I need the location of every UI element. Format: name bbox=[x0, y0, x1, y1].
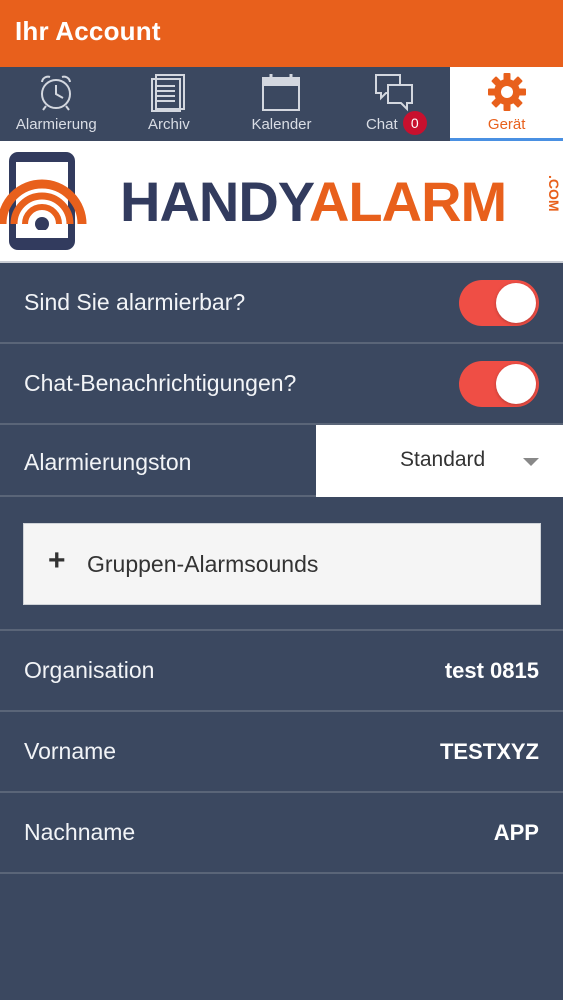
account-vorname: Vorname TESTXYZ bbox=[0, 712, 563, 793]
field-value: TESTXYZ bbox=[439, 739, 539, 764]
alarmable-toggle[interactable] bbox=[459, 280, 539, 326]
chat-icon bbox=[375, 74, 414, 112]
tab-label: Gerät bbox=[487, 116, 526, 133]
chat-notifications-toggle[interactable] bbox=[459, 361, 539, 407]
tab-label: Alarmierung bbox=[15, 116, 97, 133]
setting-chat-notifications: Chat-Benachrichtigungen? bbox=[0, 344, 563, 425]
archive-icon bbox=[150, 74, 185, 112]
tab-label: Archiv bbox=[148, 116, 190, 133]
setting-label: Chat-Benachrichtigungen? bbox=[24, 370, 297, 396]
app-bar-title: Ihr Account bbox=[15, 16, 161, 46]
field-label: Nachname bbox=[24, 819, 136, 845]
tab-alarmierung[interactable]: Alarmierung bbox=[0, 67, 113, 141]
tab-label: Kalender bbox=[251, 116, 312, 133]
tab-geraet[interactable]: Gerät bbox=[450, 67, 563, 141]
chat-unread-badge: 0 bbox=[402, 111, 427, 135]
field-label: Organisation bbox=[24, 657, 155, 683]
tab-bar: Alarmierung Archiv Kalender Chat 0 Gerät bbox=[0, 67, 563, 141]
group-alarm-sounds-label: Gruppen-Alarmsounds bbox=[87, 551, 319, 577]
logo-suffix: .COM bbox=[546, 175, 562, 212]
tab-kalender[interactable]: Kalender bbox=[225, 67, 338, 141]
alarm-tone-select[interactable]: Standard bbox=[316, 425, 563, 497]
chevron-down-icon bbox=[523, 458, 539, 466]
account-nachname: Nachname APP bbox=[0, 793, 563, 874]
group-alarm-sounds-button[interactable]: + Gruppen-Alarmsounds bbox=[23, 523, 541, 605]
plus-icon: + bbox=[48, 544, 66, 577]
account-organisation: Organisation test 0815 bbox=[0, 631, 563, 712]
brand-logo: HANDYALARM .COM bbox=[0, 141, 563, 263]
app-bar: Ihr Account bbox=[0, 0, 563, 67]
phone-signal-icon bbox=[0, 152, 87, 250]
calendar-icon bbox=[262, 74, 301, 111]
setting-label: Alarmierungston bbox=[24, 449, 192, 475]
setting-alarmable: Sind Sie alarmierbar? bbox=[0, 263, 563, 344]
tab-archiv[interactable]: Archiv bbox=[113, 67, 226, 141]
setting-label: Sind Sie alarmierbar? bbox=[24, 289, 246, 315]
logo-wordmark: HANDYALARM bbox=[120, 170, 507, 233]
field-value: test 0815 bbox=[444, 658, 539, 683]
alarm-clock-icon bbox=[41, 75, 72, 111]
gear-icon bbox=[487, 73, 526, 111]
alarm-tone-value: Standard bbox=[400, 448, 486, 471]
field-value: APP bbox=[493, 820, 539, 845]
tab-chat[interactable]: Chat 0 bbox=[338, 67, 451, 141]
field-label: Vorname bbox=[24, 738, 117, 764]
